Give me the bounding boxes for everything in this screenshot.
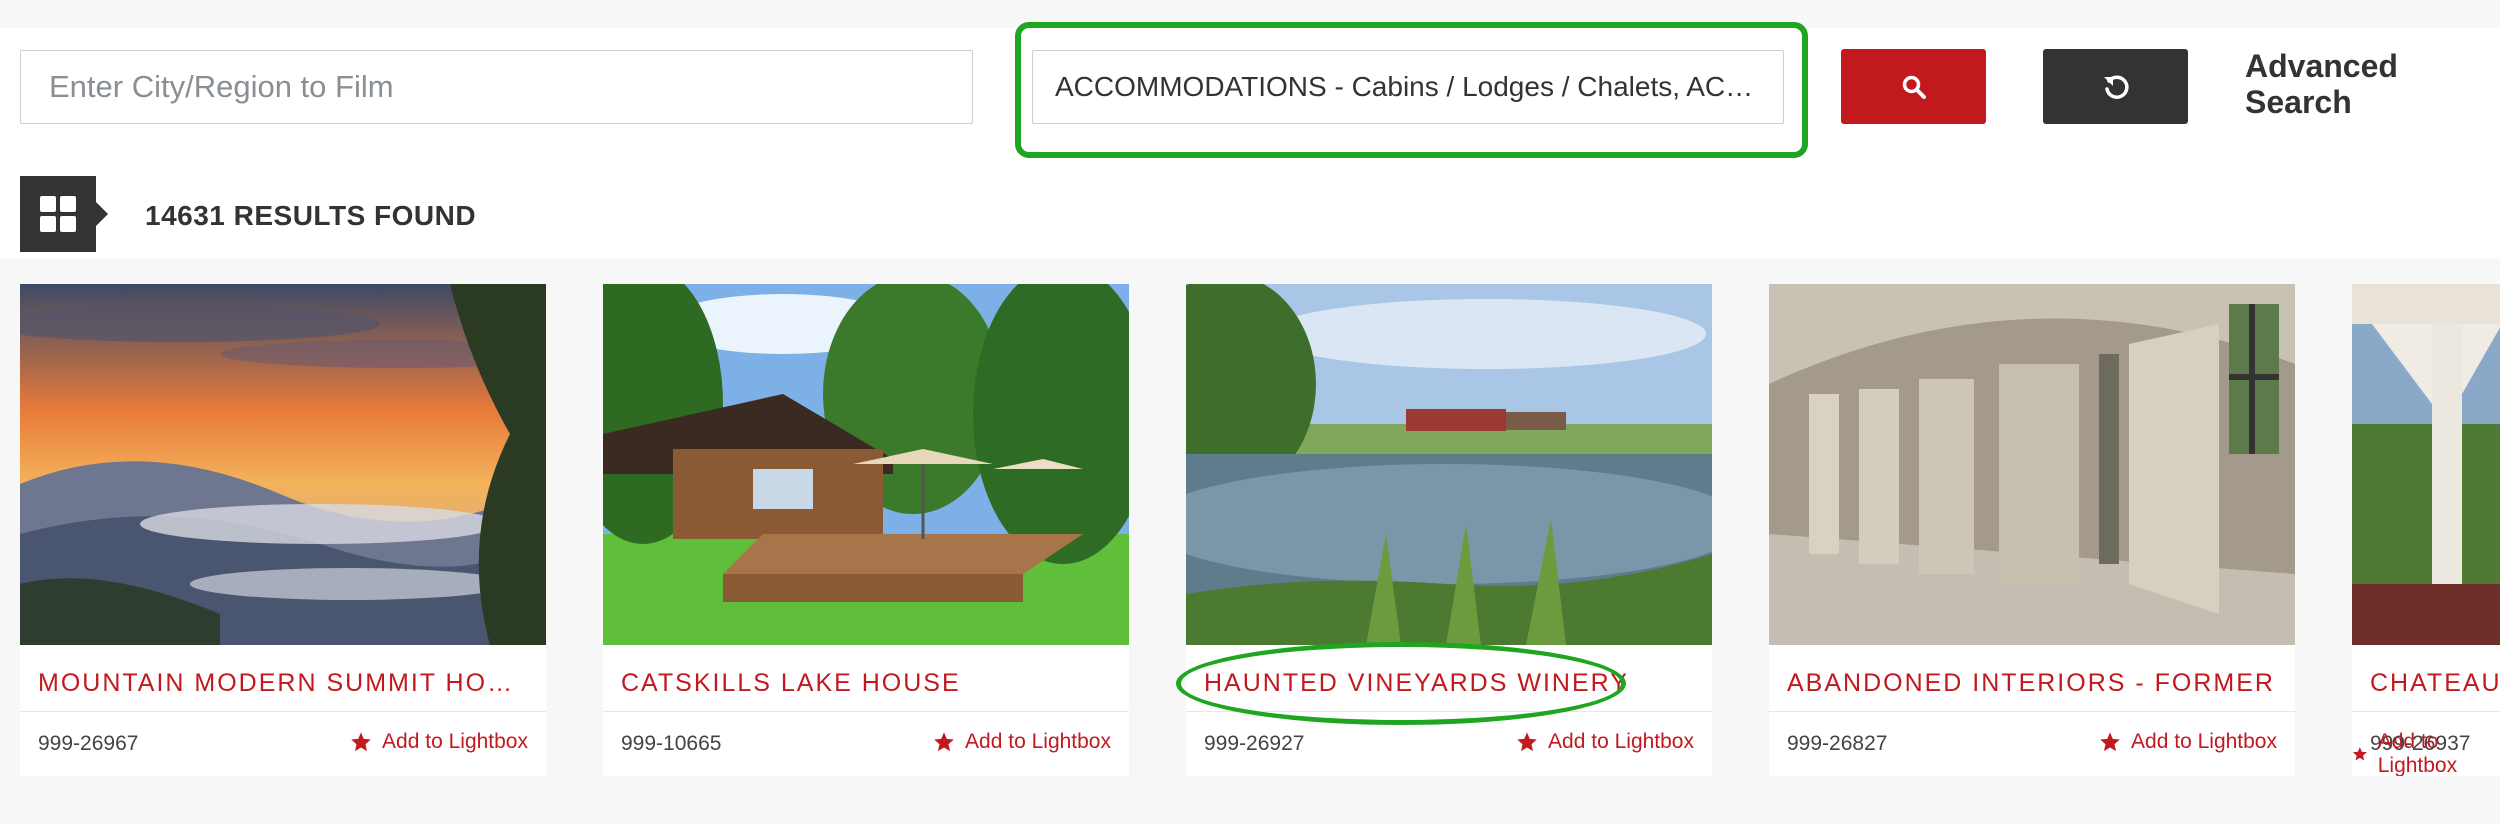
add-to-lightbox-label: Add to Lightbox — [965, 730, 1111, 753]
card-ref-number: 999-26927 — [1204, 732, 1305, 755]
add-to-lightbox-button[interactable]: Add to Lightbox — [1516, 730, 1694, 754]
location-photo[interactable] — [1769, 284, 2295, 645]
category-select[interactable]: ACCOMMODATIONS - Cabins / Lodges / Chale… — [1032, 50, 1784, 124]
add-to-lightbox-button[interactable]: Add to Lightbox — [2352, 730, 2482, 776]
results-count: 14631 RESULTS FOUND — [145, 200, 477, 231]
location-photo[interactable] — [1186, 284, 1712, 645]
card-ref-number: 999-26967 — [38, 732, 139, 755]
add-to-lightbox-button[interactable]: Add to Lightbox — [350, 730, 528, 754]
card-title[interactable]: ABANDONED INTERIORS - FORMER — [1787, 663, 2277, 703]
add-to-lightbox-label: Add to Lightbox — [1548, 730, 1694, 753]
grid-icon — [40, 196, 76, 232]
card-ref-number: 999-10665 — [621, 732, 722, 755]
search-button[interactable] — [1841, 49, 1986, 124]
grid-view-toggle[interactable] — [20, 176, 108, 252]
card-divider — [603, 711, 1129, 712]
star-icon — [934, 732, 954, 752]
location-photo[interactable] — [603, 284, 1129, 645]
reset-button[interactable] — [2043, 49, 2188, 124]
location-photo[interactable] — [2352, 284, 2500, 645]
add-to-lightbox-label: Add to Lightbox — [2131, 730, 2277, 753]
star-icon — [351, 732, 371, 752]
location-card[interactable]: MOUNTAIN MODERN SUMMIT HOUSE 999-26967 A… — [20, 284, 546, 776]
city-region-input[interactable] — [20, 50, 973, 124]
add-to-lightbox-button[interactable]: Add to Lightbox — [2099, 730, 2277, 754]
advanced-search-link[interactable]: Advanced Search — [2245, 48, 2465, 120]
title-highlight-annotation — [1176, 642, 1626, 725]
card-divider — [2352, 711, 2500, 712]
location-card[interactable]: ABANDONED INTERIORS - FORMER 999-26827 A… — [1769, 284, 2295, 776]
card-title[interactable]: CHATEAU — [2370, 663, 2500, 703]
location-photo[interactable] — [20, 284, 546, 645]
star-icon — [1517, 732, 1537, 752]
star-icon — [2352, 747, 2367, 761]
card-title[interactable]: MOUNTAIN MODERN SUMMIT HOUSE — [38, 663, 528, 703]
card-title[interactable]: CATSKILLS LAKE HOUSE — [621, 663, 1111, 703]
add-to-lightbox-label: Add to Lightbox — [2377, 730, 2458, 776]
location-card[interactable]: CATSKILLS LAKE HOUSE 999-10665 Add to Li… — [603, 284, 1129, 776]
card-divider — [1769, 711, 2295, 712]
add-to-lightbox-button[interactable]: Add to Lightbox — [933, 730, 1111, 754]
location-card[interactable]: CHATEAU 999-26937 Add to Lightbox — [2352, 284, 2500, 776]
card-ref-number: 999-26827 — [1787, 732, 1888, 755]
reset-icon — [2103, 75, 2129, 99]
star-icon — [2100, 732, 2120, 752]
search-icon — [1902, 75, 1926, 99]
card-divider — [20, 711, 546, 712]
add-to-lightbox-label: Add to Lightbox — [382, 730, 528, 753]
